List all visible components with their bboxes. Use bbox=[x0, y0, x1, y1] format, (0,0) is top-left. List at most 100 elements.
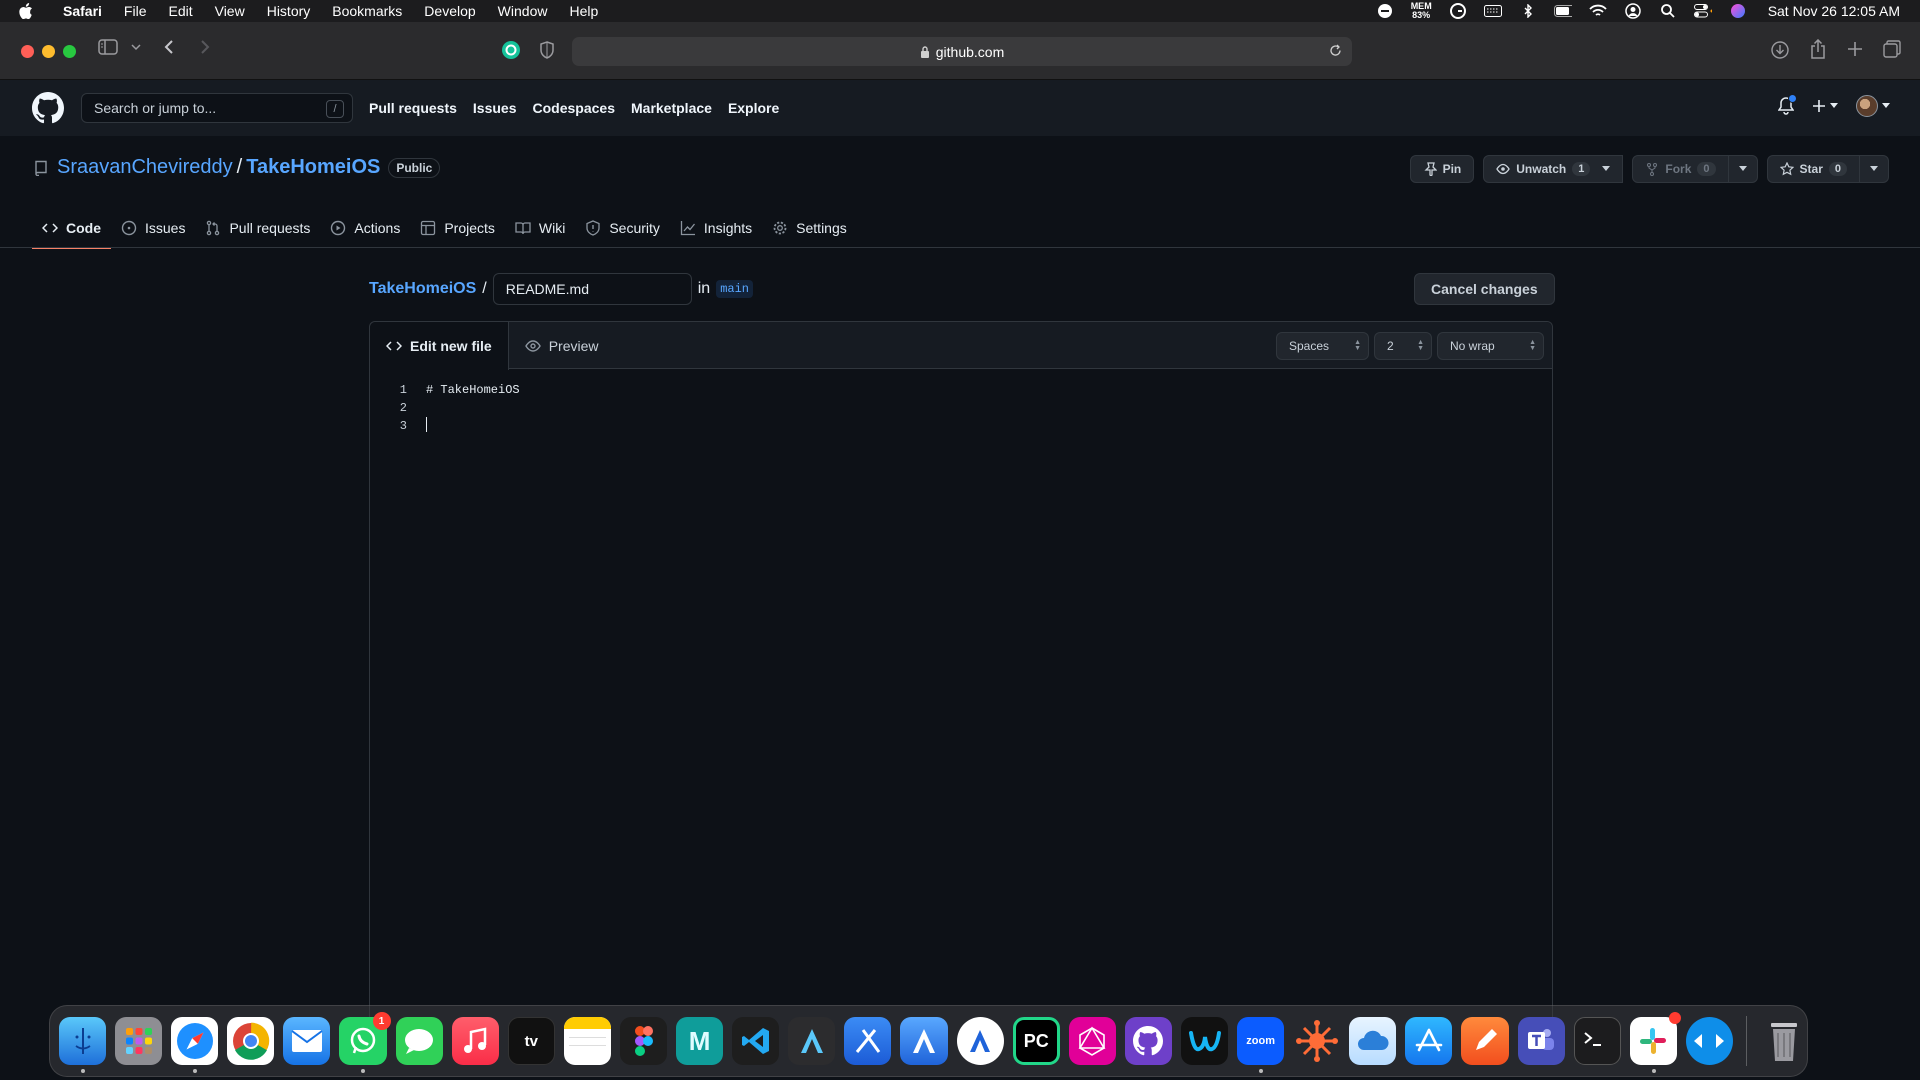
apple-menu-icon[interactable] bbox=[0, 3, 52, 19]
nav-codespaces[interactable]: Codespaces bbox=[533, 100, 615, 116]
repo-owner-link[interactable]: SraavanChevireddy bbox=[57, 156, 233, 179]
zoom-icon[interactable]: zoom bbox=[1237, 1017, 1285, 1073]
safari-app-icon[interactable] bbox=[171, 1017, 219, 1073]
apple-tv-icon[interactable]: tv bbox=[507, 1017, 555, 1065]
github-desktop-icon[interactable] bbox=[1124, 1017, 1173, 1065]
messages-icon[interactable] bbox=[395, 1017, 443, 1065]
breadcrumb-repo-link[interactable]: TakeHomeiOS bbox=[369, 280, 476, 298]
finder-icon[interactable] bbox=[59, 1017, 107, 1073]
repo-name-link[interactable]: TakeHomeiOS bbox=[246, 156, 380, 179]
fork-button[interactable]: Fork 0 bbox=[1632, 155, 1729, 183]
vscode-icon[interactable] bbox=[732, 1017, 780, 1065]
instruments-icon[interactable] bbox=[788, 1017, 836, 1065]
address-bar[interactable]: github.com bbox=[572, 37, 1352, 66]
menubar-clock[interactable]: Sat Nov 26 12:05 AM bbox=[1768, 3, 1900, 19]
nav-marketplace[interactable]: Marketplace bbox=[631, 100, 712, 116]
cloud-app-icon[interactable] bbox=[1349, 1017, 1397, 1065]
zoom-window-button[interactable] bbox=[63, 45, 76, 58]
music-icon[interactable] bbox=[451, 1017, 499, 1065]
indent-size-select[interactable]: 2 ▲ ▼ bbox=[1374, 332, 1432, 360]
creator-icon[interactable] bbox=[956, 1017, 1004, 1065]
github-logo-icon[interactable] bbox=[32, 92, 64, 124]
battery-icon[interactable] bbox=[1553, 4, 1572, 18]
grammarly-icon[interactable] bbox=[1449, 3, 1467, 19]
close-window-button[interactable] bbox=[21, 45, 34, 58]
menu-develop[interactable]: Develop bbox=[413, 3, 486, 19]
minimize-window-button[interactable] bbox=[42, 45, 55, 58]
menu-window[interactable]: Window bbox=[487, 3, 559, 19]
new-tab-icon[interactable] bbox=[1847, 41, 1863, 57]
xcode-beta-icon[interactable] bbox=[900, 1017, 948, 1065]
nav-issues[interactable]: Issues bbox=[473, 100, 517, 116]
teamviewer-icon[interactable] bbox=[1685, 1017, 1733, 1065]
star-dropdown-button[interactable] bbox=[1860, 155, 1889, 183]
code-area[interactable]: 1 # TakeHomeiOS 2 3 bbox=[370, 369, 1552, 435]
terminal-icon[interactable] bbox=[1573, 1017, 1621, 1065]
spotlight-search-icon[interactable] bbox=[1659, 4, 1677, 18]
menu-edit[interactable]: Edit bbox=[157, 3, 203, 19]
control-center-icon[interactable] bbox=[1693, 4, 1712, 18]
tab-code[interactable]: Code bbox=[32, 208, 111, 249]
fork-dropdown-button[interactable] bbox=[1728, 155, 1758, 183]
launchpad-icon[interactable] bbox=[115, 1017, 163, 1065]
user-account-icon[interactable] bbox=[1624, 3, 1642, 19]
menu-view[interactable]: View bbox=[204, 3, 256, 19]
wrap-mode-select[interactable]: No wrap ▲ ▼ bbox=[1437, 332, 1544, 360]
sidebar-toggle-icon[interactable] bbox=[98, 39, 118, 55]
notes-icon[interactable] bbox=[563, 1017, 611, 1065]
share-icon[interactable] bbox=[1810, 39, 1826, 59]
tab-edit-new-file[interactable]: Edit new file bbox=[370, 322, 509, 370]
privacy-shield-icon[interactable] bbox=[540, 41, 554, 59]
nav-explore[interactable]: Explore bbox=[728, 100, 779, 116]
filename-input[interactable] bbox=[492, 273, 692, 305]
tab-overview-icon[interactable] bbox=[1883, 40, 1901, 58]
tab-issues[interactable]: Issues bbox=[111, 208, 195, 248]
webex-icon[interactable] bbox=[1181, 1017, 1229, 1065]
tab-actions[interactable]: Actions bbox=[320, 208, 410, 248]
teams-icon[interactable] bbox=[1517, 1017, 1565, 1065]
bluetooth-icon[interactable] bbox=[1519, 4, 1537, 18]
app-store-icon[interactable] bbox=[1405, 1017, 1453, 1065]
graphql-icon[interactable] bbox=[1068, 1017, 1116, 1065]
chrome-icon[interactable] bbox=[227, 1017, 275, 1065]
xcode-icon[interactable] bbox=[844, 1017, 892, 1065]
unwatch-button[interactable]: Unwatch 1 bbox=[1483, 155, 1624, 183]
search-input[interactable]: Search or jump to... / bbox=[81, 93, 353, 123]
forward-arrow-icon[interactable] bbox=[199, 39, 211, 55]
keyboard-icon[interactable] bbox=[1483, 4, 1502, 18]
pencil-app-icon[interactable] bbox=[1461, 1017, 1509, 1065]
user-menu[interactable] bbox=[1856, 95, 1890, 117]
menu-app-name[interactable]: Safari bbox=[52, 3, 113, 19]
indent-mode-select[interactable]: Spaces ▲ ▼ bbox=[1276, 332, 1369, 360]
back-arrow-icon[interactable] bbox=[163, 39, 175, 55]
mindnode-icon[interactable]: M bbox=[676, 1017, 724, 1065]
pin-button[interactable]: Pin bbox=[1409, 155, 1475, 183]
menu-help[interactable]: Help bbox=[558, 3, 609, 19]
nav-pull-requests[interactable]: Pull requests bbox=[369, 100, 457, 116]
mail-icon[interactable] bbox=[283, 1017, 331, 1065]
tab-wiki[interactable]: Wiki bbox=[505, 208, 575, 248]
downloads-icon[interactable] bbox=[1771, 41, 1789, 59]
memory-status[interactable]: MEM 83% bbox=[1411, 2, 1432, 20]
postman-icon[interactable] bbox=[1293, 1017, 1340, 1065]
create-new-menu[interactable] bbox=[1812, 99, 1838, 113]
tab-projects[interactable]: Projects bbox=[410, 208, 505, 248]
notifications-bell-icon[interactable] bbox=[1778, 94, 1797, 115]
reload-icon[interactable] bbox=[1329, 44, 1342, 57]
cancel-changes-button[interactable]: Cancel changes bbox=[1414, 273, 1555, 305]
slack-icon[interactable] bbox=[1629, 1012, 1681, 1073]
grammarly-extension-icon[interactable] bbox=[502, 41, 520, 59]
menu-file[interactable]: File bbox=[113, 3, 158, 19]
menu-bookmarks[interactable]: Bookmarks bbox=[321, 3, 413, 19]
pycharm-icon[interactable]: PC bbox=[1012, 1017, 1060, 1065]
tab-security[interactable]: Security bbox=[575, 208, 670, 248]
siri-icon[interactable] bbox=[1729, 4, 1747, 18]
whatsapp-icon[interactable]: 1 bbox=[339, 1012, 391, 1073]
tab-preview[interactable]: Preview bbox=[509, 322, 615, 369]
tab-insights[interactable]: Insights bbox=[670, 208, 762, 248]
tab-pull-requests[interactable]: Pull requests bbox=[195, 208, 320, 248]
wifi-icon[interactable] bbox=[1589, 4, 1607, 18]
figma-icon[interactable] bbox=[619, 1017, 668, 1065]
chevron-down-icon[interactable] bbox=[131, 43, 141, 51]
trash-icon[interactable] bbox=[1760, 1017, 1807, 1065]
